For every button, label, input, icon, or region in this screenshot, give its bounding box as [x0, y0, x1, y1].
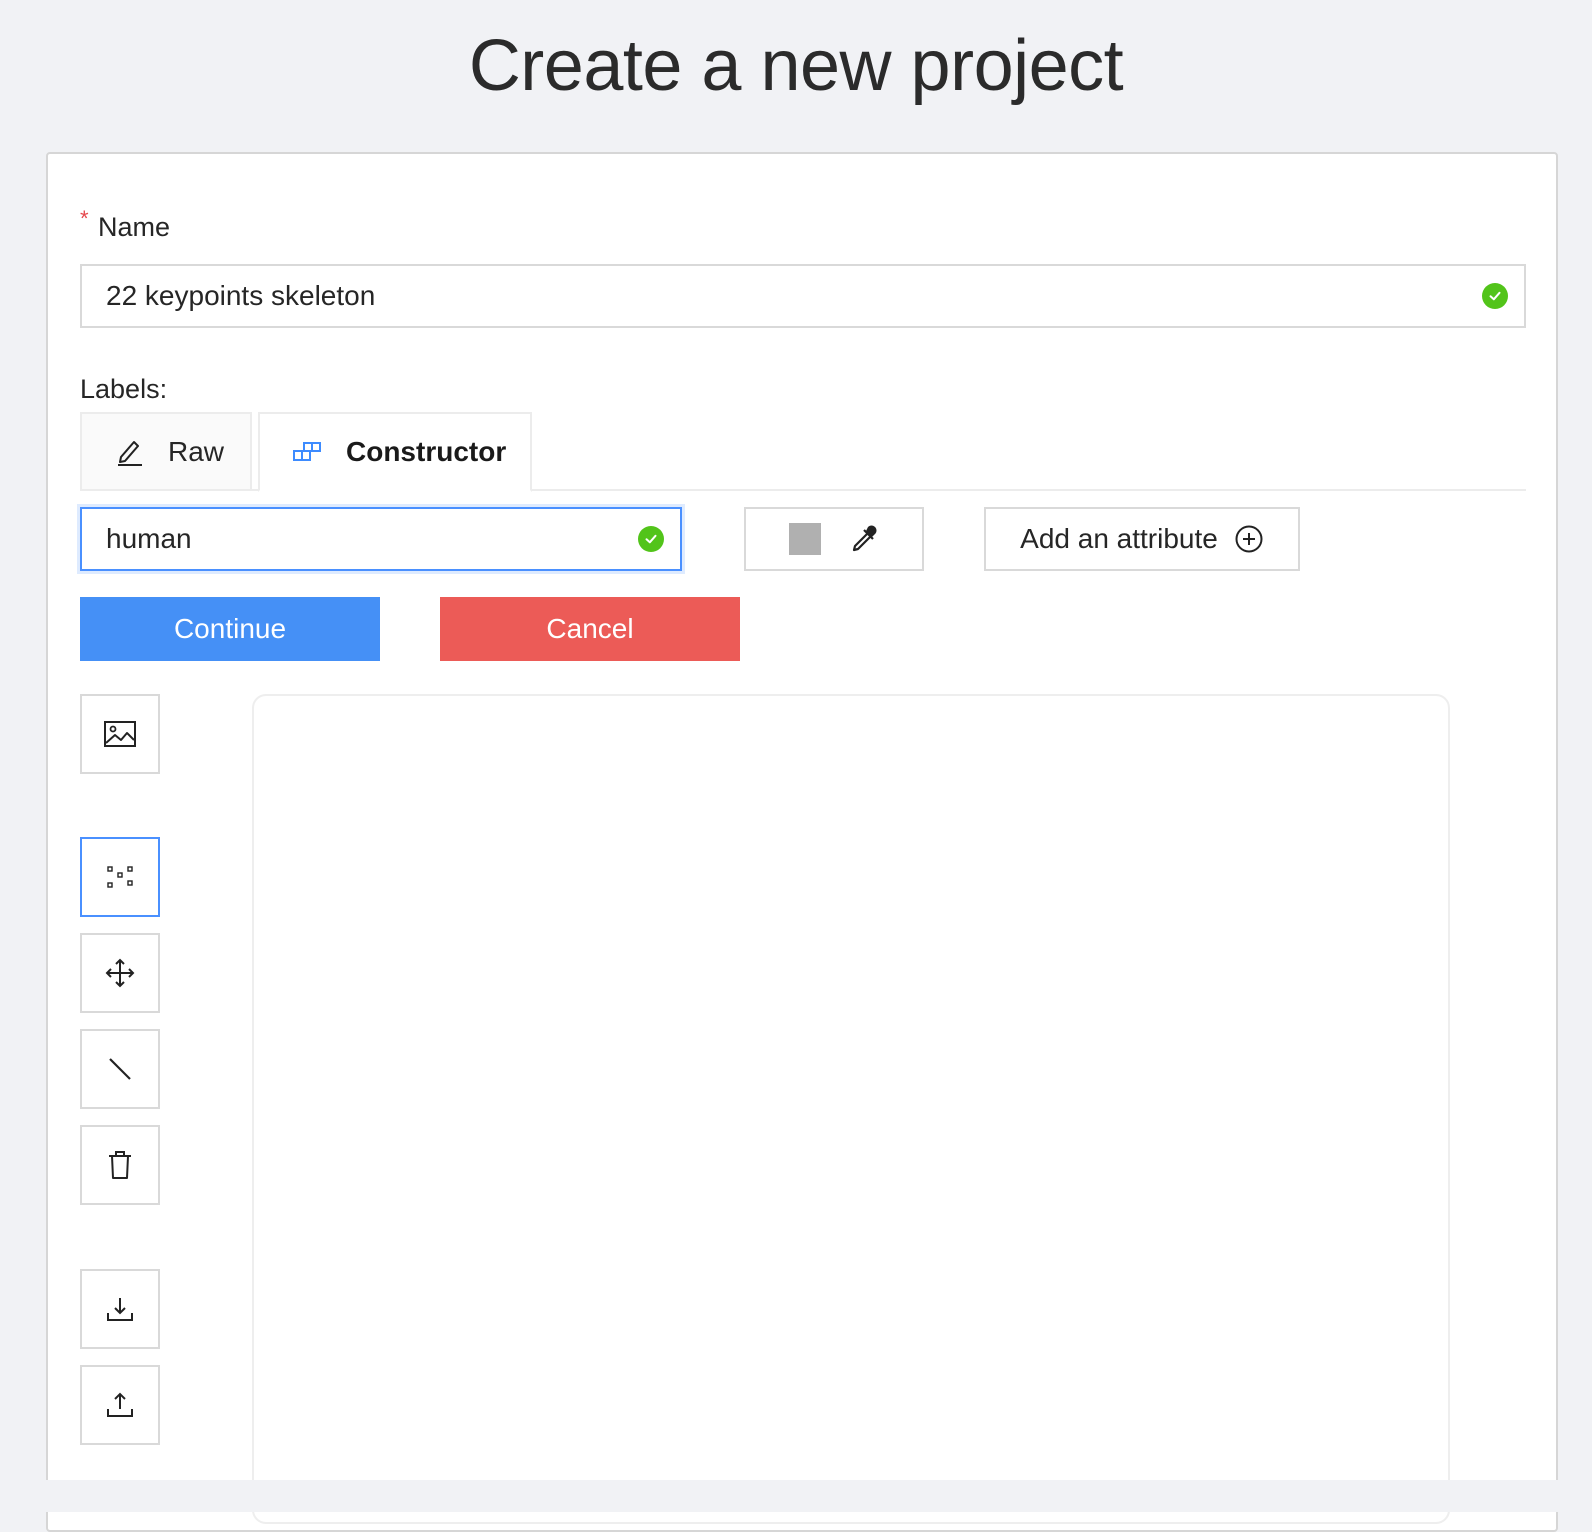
- toolbar-download-button[interactable]: [80, 1269, 160, 1349]
- tab-constructor[interactable]: Constructor: [258, 412, 532, 492]
- points-icon: [106, 864, 134, 890]
- blocks-icon: [292, 441, 322, 463]
- toolbar-upload-button[interactable]: [80, 1365, 160, 1445]
- upload-icon: [105, 1390, 135, 1420]
- required-mark: *: [80, 206, 89, 231]
- project-name-input[interactable]: 22 keypoints skeleton: [80, 264, 1526, 328]
- toolbar-move-button[interactable]: [80, 933, 160, 1013]
- page-bottom-strip: [0, 1480, 1592, 1512]
- color-picker-button[interactable]: [744, 507, 924, 571]
- toolbar-delete-button[interactable]: [80, 1125, 160, 1205]
- move-icon: [104, 957, 136, 989]
- toolbar-keypoints-button[interactable]: [80, 837, 160, 917]
- download-icon: [105, 1294, 135, 1324]
- continue-button[interactable]: Continue: [80, 597, 380, 661]
- add-attribute-label: Add an attribute: [1020, 523, 1218, 554]
- eyedropper-icon: [849, 524, 879, 554]
- toolbar-image-button[interactable]: [80, 694, 160, 774]
- project-name-value: 22 keypoints skeleton: [106, 280, 376, 311]
- label-name-input[interactable]: human: [80, 507, 682, 571]
- page-title: Create a new project: [468, 26, 1124, 106]
- cancel-button[interactable]: Cancel: [440, 597, 740, 661]
- line-icon: [106, 1055, 134, 1083]
- image-icon: [103, 720, 137, 748]
- label-name-value: human: [106, 523, 192, 554]
- skeleton-canvas[interactable]: [252, 694, 1450, 1524]
- valid-check-icon: [638, 526, 664, 552]
- valid-check-icon: [1482, 283, 1508, 309]
- name-label: Name: [98, 212, 171, 242]
- pencil-icon: [116, 437, 144, 467]
- toolbar-edge-button[interactable]: [80, 1029, 160, 1109]
- trash-icon: [106, 1149, 134, 1181]
- plus-circle-icon: [1234, 524, 1264, 554]
- color-swatch: [789, 523, 821, 555]
- labels-heading: Labels:: [80, 374, 168, 404]
- tab-raw[interactable]: Raw: [80, 412, 252, 490]
- tab-raw-label: Raw: [168, 436, 225, 467]
- tab-constructor-label: Constructor: [346, 436, 507, 467]
- add-attribute-button[interactable]: Add an attribute: [984, 507, 1300, 571]
